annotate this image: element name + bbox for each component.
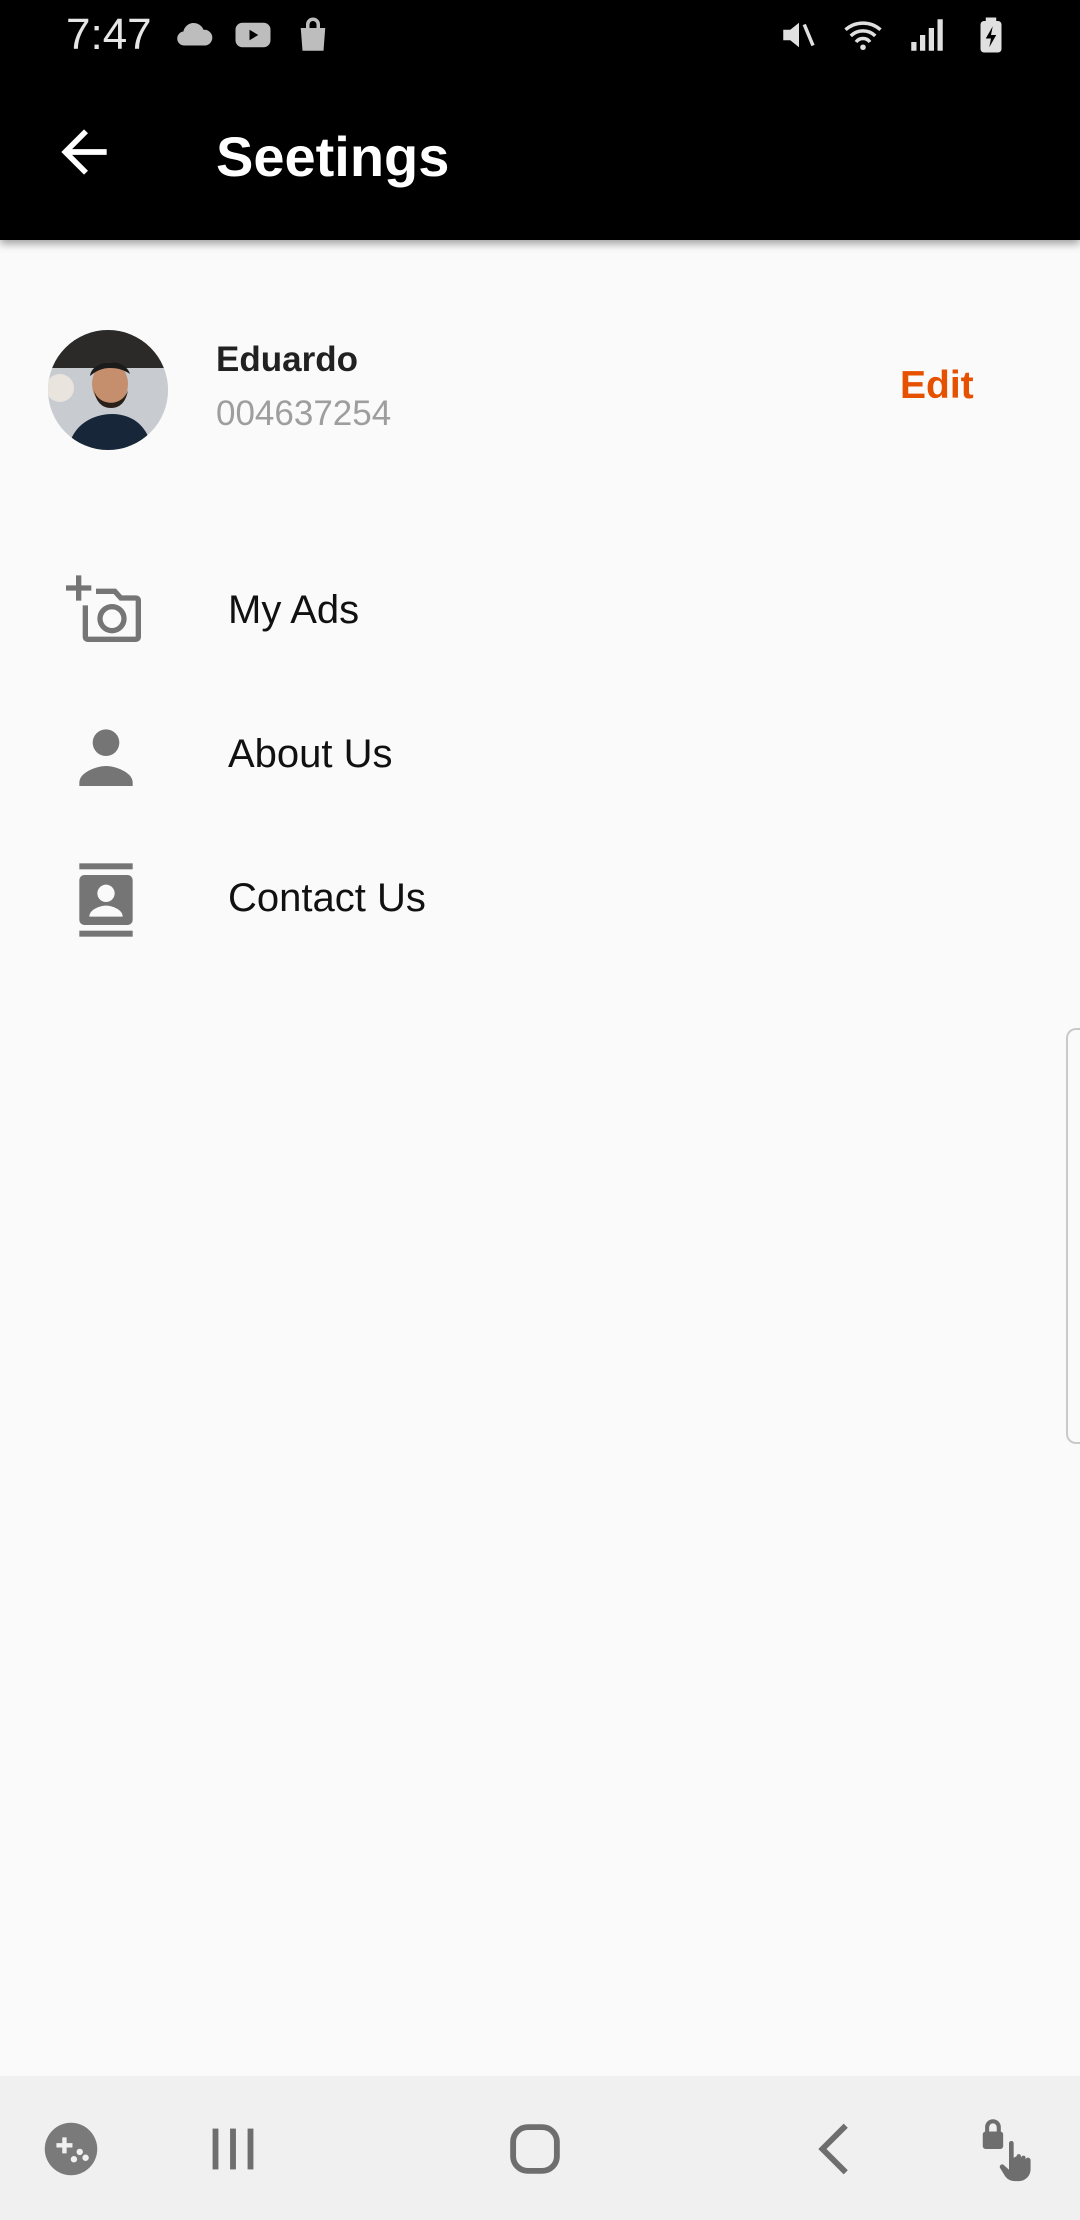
mute-icon: [783, 22, 815, 48]
edit-profile-button[interactable]: Edit: [900, 364, 974, 408]
wifi-icon: [844, 21, 882, 51]
profile-phone: 004637254: [216, 394, 392, 433]
battery-charging-icon: [980, 17, 1002, 53]
home-icon[interactable]: [500, 2114, 570, 2184]
avatar: [48, 330, 168, 450]
add-camera-icon: [66, 575, 141, 642]
contact-card-icon: [79, 863, 133, 937]
menu-item-label: My Ads: [228, 588, 360, 632]
menu-item-contact-us[interactable]: Contact Us: [0, 830, 1080, 970]
person-icon: [79, 729, 133, 786]
avatar-image: [48, 330, 168, 450]
status-time: 7:47: [66, 10, 152, 59]
menu-item-about-us[interactable]: About Us: [0, 686, 1080, 826]
page-title: Seetings: [216, 125, 450, 188]
shopping-bag-icon: [300, 17, 326, 51]
touch-lock-icon[interactable]: [974, 2114, 1044, 2184]
back-icon[interactable]: [802, 2114, 872, 2184]
signal-icon: [911, 19, 943, 51]
back-arrow-icon[interactable]: [50, 118, 118, 186]
profile-name: Eduardo: [216, 340, 358, 379]
menu-item-label: Contact Us: [228, 876, 426, 920]
profile-header: Eduardo 004637254 Edit: [0, 320, 1080, 460]
status-bar: 7:47: [0, 0, 1080, 74]
menu-item-label: About Us: [228, 732, 393, 776]
recent-apps-icon[interactable]: [198, 2114, 268, 2184]
cloud-icon: [177, 23, 213, 46]
youtube-icon: [235, 22, 271, 48]
screen: 7:47 Seetings Eduardo 004637254 Edit My …: [0, 0, 1080, 2220]
edge-panel-handle[interactable]: [1066, 1028, 1080, 1444]
game-launcher-icon[interactable]: [36, 2114, 106, 2184]
app-bar: Seetings: [0, 74, 1080, 240]
system-nav-bar: [0, 2076, 1080, 2220]
menu-item-my-ads[interactable]: My Ads: [0, 542, 1080, 682]
